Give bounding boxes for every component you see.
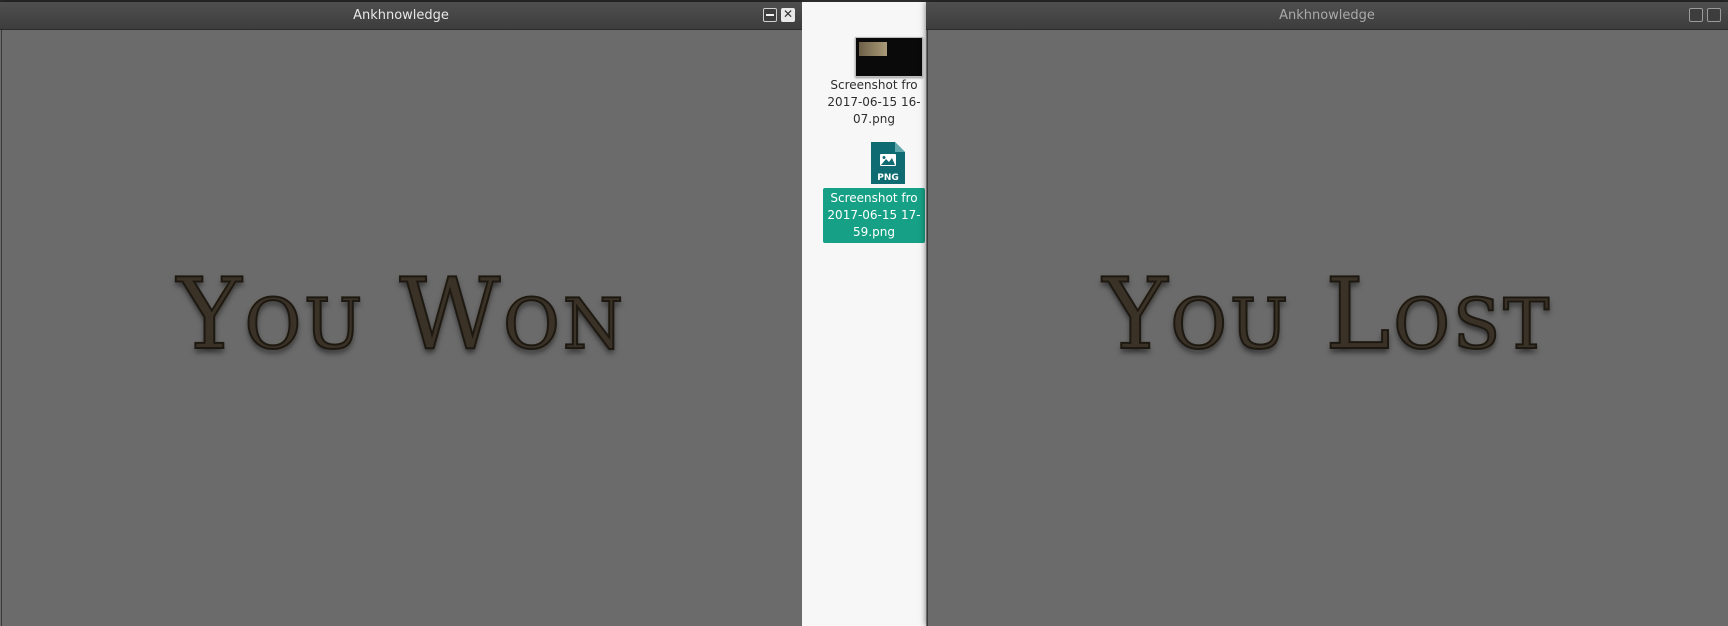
game-window-left[interactable]: Ankhnowledge ✕ You Won <box>0 2 802 626</box>
png-badge: PNG <box>877 173 899 183</box>
window-title: Ankhnowledge <box>1279 8 1375 23</box>
result-message: You Lost <box>1102 257 1553 373</box>
file-label-line: 07.png <box>853 112 895 126</box>
file-label-line: 2017-06-15 17- <box>827 208 921 222</box>
png-file-icon: PNG <box>871 142 905 184</box>
result-message: You Won <box>176 257 627 373</box>
file-label-line: 59.png <box>853 225 895 239</box>
file-label-line: Screenshot fro <box>830 191 918 205</box>
restore-button[interactable] <box>1707 8 1721 22</box>
file-label-line: 2017-06-15 16- <box>827 95 921 109</box>
maximize-button[interactable] <box>1689 8 1703 22</box>
image-thumbnail-icon <box>855 37 923 77</box>
window-title: Ankhnowledge <box>353 8 449 23</box>
file-label-selected: Screenshot fro 2017-06-15 17- 59.png <box>823 188 925 243</box>
game-canvas[interactable]: You Lost <box>927 30 1727 626</box>
file-label: Screenshot fro 2017-06-15 16- 07.png <box>823 77 925 128</box>
window-titlebar[interactable]: Ankhnowledge <box>926 2 1728 30</box>
close-icon: ✕ <box>782 7 794 21</box>
desktop-screen: Ankhnowledge ✕ You Won Screenshot fro 20… <box>0 0 1728 626</box>
file-label-line: Screenshot fro <box>830 78 918 92</box>
thumbnail-preview <box>859 42 887 56</box>
game-canvas[interactable]: You Won <box>1 30 801 626</box>
window-titlebar[interactable]: Ankhnowledge ✕ <box>0 2 802 30</box>
game-window-right[interactable]: Ankhnowledge You Lost <box>926 2 1728 626</box>
minimize-button[interactable] <box>763 8 777 22</box>
minimize-icon <box>766 14 774 16</box>
close-button[interactable]: ✕ <box>781 8 795 22</box>
